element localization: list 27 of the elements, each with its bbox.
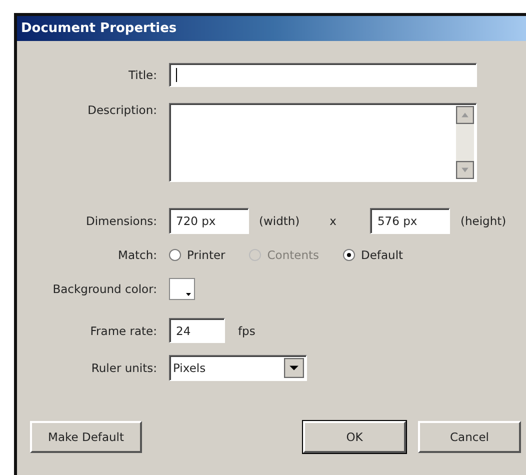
dialog-button[interactable]: Make Default	[30, 421, 142, 453]
field-label: Description:	[86, 103, 158, 117]
unit-label: (width)	[259, 214, 300, 228]
scroll-down-icon[interactable]	[456, 161, 474, 179]
dialog-button[interactable]: Cancel	[418, 421, 521, 453]
field-label: Match:	[117, 248, 158, 262]
scroll-up-icon[interactable]	[456, 106, 474, 124]
times-sign: x	[330, 214, 336, 228]
field-label: Dimensions:	[85, 214, 158, 228]
field-label: Ruler units:	[90, 361, 158, 375]
scrollbar[interactable]	[456, 106, 474, 179]
color-swatch-button[interactable]	[169, 278, 195, 300]
description-text-area[interactable]	[169, 103, 477, 182]
radio-option[interactable]: Printer	[169, 248, 226, 262]
field-label: Title:	[127, 68, 158, 82]
width-input-field[interactable]: 720 px	[169, 208, 249, 234]
unit-label: fps	[238, 324, 256, 338]
frame-rate-input-field[interactable]: 24	[169, 318, 225, 343]
field-label: Background color:	[52, 282, 158, 296]
field-label: Frame rate:	[89, 324, 158, 338]
unit-label: (height)	[460, 214, 506, 228]
window-title: Document Properties	[21, 21, 177, 36]
ruler-units-dropdown[interactable]: Pixels	[169, 355, 307, 381]
title-input-field[interactable]	[169, 63, 477, 87]
radio-option[interactable]: Default	[343, 248, 404, 262]
height-input-field[interactable]: 576 px	[370, 208, 450, 234]
dialog-button[interactable]: OK	[303, 421, 406, 453]
